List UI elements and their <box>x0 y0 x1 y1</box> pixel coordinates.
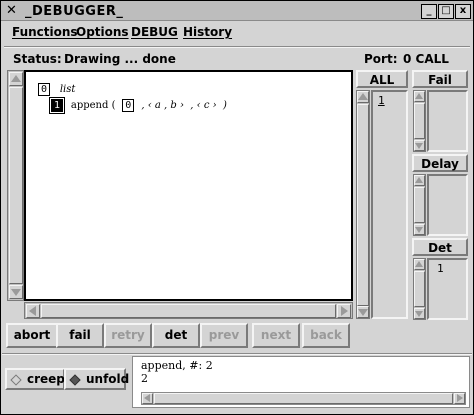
fail-scroll-down[interactable] <box>414 140 425 151</box>
menu-functions[interactable]: Functions <box>12 25 78 39</box>
goal-node[interactable]: 1 append ( 0 , ‹ a , b › , ‹ c › ) <box>48 97 227 114</box>
minimize-button[interactable]: _ <box>421 4 437 19</box>
output-scroll-right[interactable] <box>454 393 465 404</box>
det-scroll-down[interactable] <box>414 308 425 319</box>
det-list[interactable]: 1 <box>427 258 468 320</box>
unfold-radio[interactable]: unfold <box>64 368 130 390</box>
goal-node-number: 1 <box>48 97 66 114</box>
abort-button[interactable]: abort <box>6 323 58 348</box>
fail-scroll-thumb[interactable] <box>414 103 425 139</box>
button-separator <box>2 353 472 355</box>
det-list-item[interactable]: 1 <box>437 262 444 275</box>
det-scrollbar[interactable] <box>413 258 426 320</box>
maximize-button[interactable]: □ <box>438 4 454 19</box>
all-header[interactable]: ALL <box>356 70 408 88</box>
port-value: 0 CALL <box>403 52 449 66</box>
fail-list[interactable] <box>427 90 468 152</box>
prev-button[interactable]: prev <box>200 323 248 348</box>
creep-label: creep <box>27 372 65 386</box>
root-node-label: list <box>59 84 76 95</box>
menu-debug-label: DEBUG <box>131 25 178 39</box>
output-horizontal-scrollbar[interactable] <box>141 392 466 405</box>
back-button[interactable]: back <box>302 323 350 348</box>
scroll-thumb[interactable] <box>9 87 23 284</box>
menu-options-label: Options <box>76 25 129 39</box>
title-bar[interactable]: ✕ _DEBUGGER_ _ □ x <box>1 1 473 21</box>
output-line-1: append, #: 2 <box>141 359 213 372</box>
det-scroll-up[interactable] <box>414 259 425 270</box>
view-horizontal-scrollbar[interactable] <box>24 302 353 319</box>
scroll-up-arrow[interactable] <box>9 72 23 86</box>
menu-functions-label: Functions <box>12 25 78 39</box>
next-button[interactable]: next <box>252 323 300 348</box>
status-label: Status: <box>13 52 62 66</box>
menu-bar: Functions Options DEBUG History <box>1 22 473 44</box>
unfold-radio-indicator <box>69 374 81 386</box>
all-scroll-down[interactable] <box>357 306 369 318</box>
det-header[interactable]: Det <box>412 238 468 256</box>
det-scroll-thumb[interactable] <box>414 271 425 307</box>
delay-scroll-thumb[interactable] <box>414 187 425 223</box>
fail-button[interactable]: fail <box>56 323 104 348</box>
retry-button[interactable]: retry <box>104 323 152 348</box>
creep-radio-indicator <box>10 374 22 386</box>
output-scroll-left[interactable] <box>142 393 153 404</box>
root-node-number: 0 <box>38 83 51 96</box>
menu-debug[interactable]: DEBUG <box>131 25 178 39</box>
fail-header[interactable]: Fail <box>412 70 468 88</box>
root-node[interactable]: 0 list <box>38 81 75 96</box>
output-panel[interactable]: append, #: 2 2 <box>132 356 470 408</box>
window-title: _DEBUGGER_ <box>25 4 124 19</box>
output-line-2: 2 <box>141 372 148 385</box>
det-button[interactable]: det <box>152 323 200 348</box>
menu-history[interactable]: History <box>183 25 232 39</box>
status-value: Drawing ... done <box>64 52 176 66</box>
output-scroll-thumb[interactable] <box>154 393 453 404</box>
goal-functor: append ( <box>70 100 116 111</box>
view-vertical-scrollbar[interactable] <box>7 70 24 301</box>
menu-separator <box>4 46 470 48</box>
fail-scrollbar[interactable] <box>413 90 426 152</box>
all-list[interactable]: 1 <box>371 90 408 319</box>
fail-scroll-up[interactable] <box>414 91 425 102</box>
horizontal-scroll-thumb[interactable] <box>41 304 336 318</box>
delay-scroll-down[interactable] <box>414 224 425 235</box>
delay-scroll-up[interactable] <box>414 175 425 186</box>
window-menu-icon[interactable]: ✕ <box>6 4 22 18</box>
delay-list[interactable] <box>427 174 468 236</box>
delay-header[interactable]: Delay <box>412 154 468 172</box>
goal-tree-view[interactable]: 0 list 1 append ( 0 , ‹ a , b › , ‹ c › … <box>24 70 353 301</box>
all-scroll-thumb[interactable] <box>357 104 369 306</box>
scroll-left-arrow[interactable] <box>26 304 40 318</box>
goal-arg-number[interactable]: 0 <box>122 99 135 112</box>
all-list-item[interactable]: 1 <box>378 94 385 107</box>
menu-history-label: History <box>183 25 233 39</box>
scroll-down-arrow[interactable] <box>9 285 23 299</box>
port-label: Port: <box>364 52 398 66</box>
scroll-right-arrow[interactable] <box>337 304 351 318</box>
unfold-label: unfold <box>86 372 130 386</box>
menu-options[interactable]: Options <box>76 25 129 39</box>
creep-radio[interactable]: creep <box>5 368 65 390</box>
goal-arguments: , ‹ a , b › , ‹ c › ) <box>138 100 227 111</box>
delay-scrollbar[interactable] <box>413 174 426 236</box>
all-scrollbar[interactable] <box>356 90 370 319</box>
close-button[interactable]: x <box>455 4 471 19</box>
all-scroll-up[interactable] <box>357 91 369 103</box>
